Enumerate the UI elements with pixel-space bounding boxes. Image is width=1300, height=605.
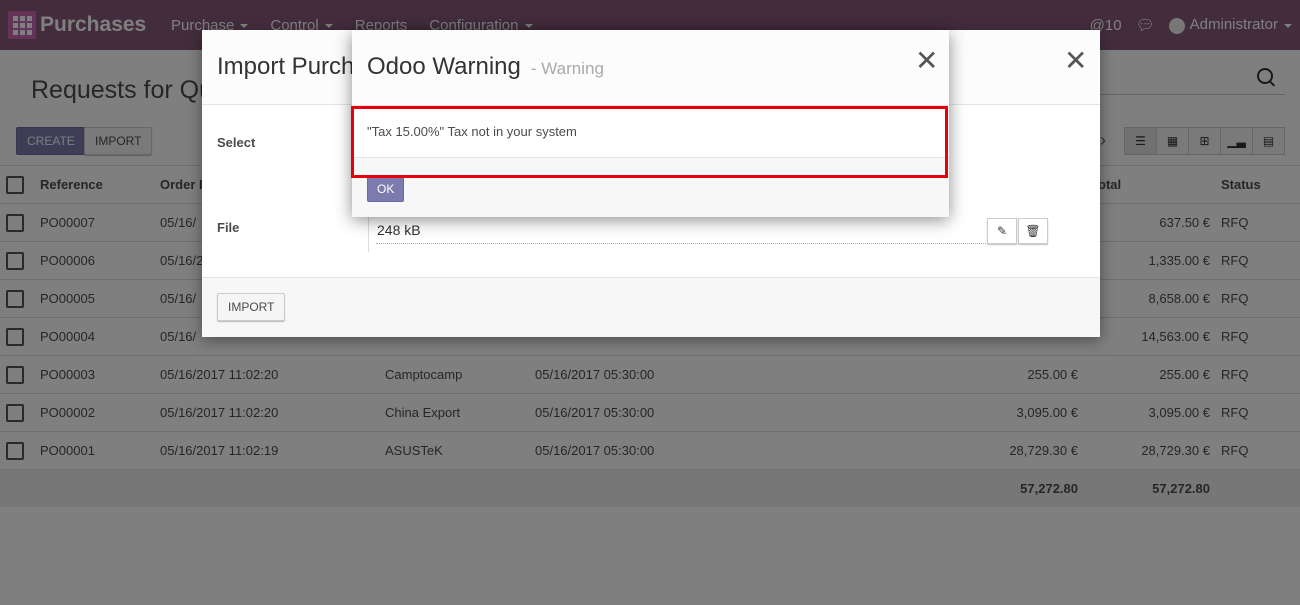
file-field-underline — [376, 243, 988, 244]
warning-subtitle: - Warning — [530, 59, 604, 78]
select-label: Select — [217, 135, 256, 150]
ok-button[interactable]: OK — [367, 176, 405, 202]
warning-dialog-title-block: Odoo Warning - Warning — [367, 53, 604, 81]
close-icon[interactable]: ✕ — [1064, 47, 1087, 75]
import-dialog-title: Import Purch — [217, 53, 355, 80]
close-icon[interactable]: ✕ — [915, 47, 938, 75]
warning-title: Odoo Warning — [367, 53, 521, 80]
trash-icon[interactable]: 🗑︎ — [1018, 218, 1048, 244]
edit-pencil-icon[interactable]: ✎ — [987, 218, 1017, 244]
file-label: File — [217, 220, 240, 235]
import-submit-button[interactable]: IMPORT — [217, 293, 286, 321]
warning-dialog-header: Odoo Warning - Warning ✕ — [352, 30, 949, 106]
file-size-value: 248 kB — [377, 222, 421, 238]
import-dialog-footer: IMPORT — [202, 277, 1100, 337]
highlight-box — [351, 106, 948, 178]
